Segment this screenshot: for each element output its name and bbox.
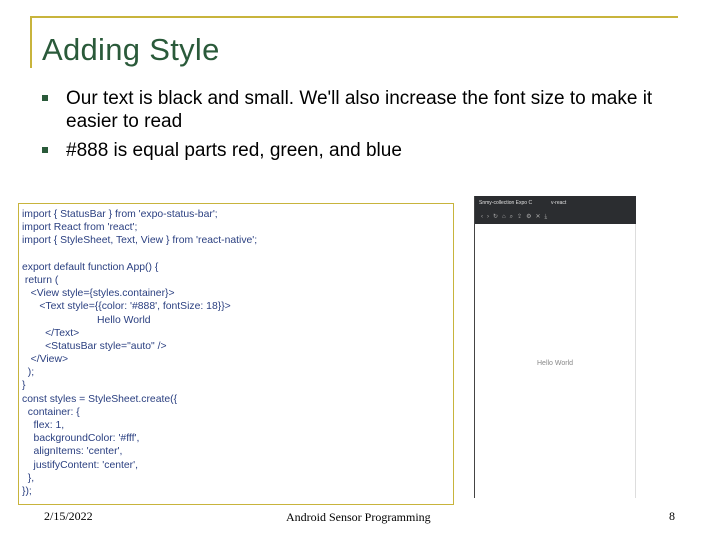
toolbar-icons: ‹›↻⌂⌕⇪⚙✕⤓ — [481, 213, 551, 221]
search-icon[interactable]: ⌕ — [510, 214, 517, 220]
code-line: import { StyleSheet, Text, View } from '… — [22, 235, 258, 247]
hello-world-text: Hello World — [537, 360, 574, 367]
page-number: 8 — [669, 509, 675, 523]
browser-toolbar: Snmy-collection Expo C v-react ‹›↻⌂⌕⇪⚙✕⤓ — [475, 196, 636, 224]
code-line: export default function App() { — [22, 261, 159, 273]
slide-title: Adding Style — [42, 32, 220, 67]
code-snippet: import { StatusBar } from 'expo-status-b… — [18, 203, 454, 505]
reload-icon[interactable]: ↻ — [493, 214, 502, 220]
bullet-text: #888 is equal parts red, green, and blue — [66, 140, 402, 161]
bullet-text: Our text is black and small. We'll also … — [66, 88, 653, 132]
code-line: justifyContent: 'center', — [22, 459, 139, 471]
code-line: return ( — [22, 274, 59, 286]
code-line: }, — [22, 472, 35, 484]
left-rule — [30, 16, 32, 68]
code-line: flex: 1, — [22, 420, 65, 431]
bullet-item: #888 is equal parts red, green, and blue — [40, 139, 680, 162]
footer-title: Android Sensor Programming — [286, 510, 431, 524]
code-line: const styles = StyleSheet.create({ — [22, 393, 178, 405]
footer-date: 2/15/2022 — [44, 509, 93, 523]
top-rule — [30, 16, 678, 18]
bullet-list: Our text is black and small. We'll also … — [40, 87, 680, 168]
code-line: <StatusBar style="auto" /> — [22, 340, 167, 352]
code-line: import { StatusBar } from 'expo-status-b… — [22, 209, 218, 220]
code-line: alignItems: 'center', — [22, 446, 123, 458]
code-line: import React from 'react'; — [22, 222, 138, 234]
code-line: }); — [22, 485, 32, 497]
code-line: container: { — [22, 406, 80, 418]
browser-tab-2[interactable]: v-react — [551, 200, 566, 206]
square-bullet-icon — [42, 95, 48, 101]
app-preview: Snmy-collection Expo C v-react ‹›↻⌂⌕⇪⚙✕⤓… — [474, 196, 636, 498]
code-line: </Text> — [22, 327, 80, 339]
code-line: <View style={styles.container}> — [22, 288, 175, 300]
square-bullet-icon — [42, 147, 48, 153]
bullet-item: Our text is black and small. We'll also … — [40, 87, 680, 133]
browser-tab[interactable]: Snmy-collection Expo C — [479, 200, 545, 208]
code-line: </View> — [22, 354, 69, 366]
home-icon[interactable]: ⌂ — [502, 214, 510, 220]
code-line: } — [22, 380, 26, 392]
code-line: ); — [22, 367, 35, 379]
code-line: Hello World — [22, 314, 151, 326]
share-icon[interactable]: ⇪ — [517, 214, 526, 220]
download-icon[interactable]: ⤓ — [544, 214, 551, 220]
code-line: backgroundColor: '#fff', — [22, 433, 140, 445]
code-line: <Text style={{color: '#888', fontSize: 1… — [22, 301, 231, 313]
